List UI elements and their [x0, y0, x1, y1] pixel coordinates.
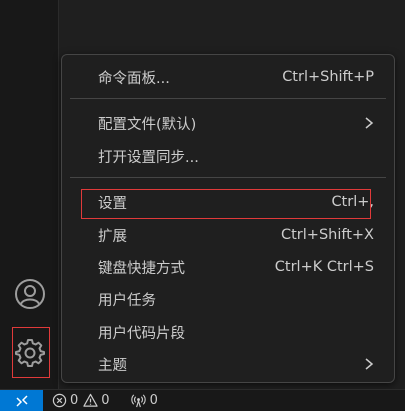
menu-item-command-palette[interactable]: 命令面板... Ctrl+Shift+P	[70, 62, 386, 92]
remote-icon	[15, 394, 28, 407]
menu-item-user-tasks[interactable]: 用户任务	[70, 284, 386, 314]
warning-icon	[83, 393, 98, 407]
menu-item-label: 配置文件(默认)	[98, 116, 197, 133]
status-bar: 0 0 0	[0, 389, 405, 411]
menu-item-label: 主题	[98, 357, 127, 374]
menu-item-extensions[interactable]: 扩展 Ctrl+Shift+X	[70, 220, 386, 250]
chevron-right-icon	[365, 358, 374, 370]
remote-indicator-button[interactable]	[0, 389, 43, 411]
warning-count: 0	[101, 393, 110, 408]
menu-separator	[70, 98, 386, 99]
ports-count: 0	[149, 393, 158, 408]
menu-item-shortcut: Ctrl+K Ctrl+S	[274, 259, 374, 275]
menu-item-settings-sync[interactable]: 打开设置同步...	[70, 141, 386, 171]
chevron-right-icon	[365, 117, 374, 129]
error-count: 0	[70, 393, 79, 408]
menu-item-user-snippets[interactable]: 用户代码片段	[70, 317, 386, 347]
menu-item-label: 键盘快捷方式	[98, 260, 185, 277]
menu-item-label: 用户代码片段	[98, 325, 185, 342]
broadcast-icon	[130, 394, 146, 408]
menu-item-shortcut: Ctrl+Shift+P	[282, 69, 374, 85]
menu-item-label: 用户任务	[98, 292, 156, 309]
accounts-button[interactable]	[0, 270, 59, 318]
menu-item-keyboard-shortcuts[interactable]: 键盘快捷方式 Ctrl+K Ctrl+S	[70, 252, 386, 282]
menu-separator	[70, 177, 386, 178]
menu-item-label: 扩展	[98, 228, 127, 245]
settings-item-highlight	[81, 189, 371, 219]
error-icon	[52, 393, 67, 408]
ports-status[interactable]: 0	[130, 393, 158, 408]
menu-item-label: 打开设置同步...	[98, 149, 199, 166]
menu-item-shortcut: Ctrl+Shift+X	[281, 227, 374, 243]
menu-item-themes[interactable]: 主题	[70, 349, 386, 379]
account-icon	[14, 279, 45, 309]
menu-item-profiles[interactable]: 配置文件(默认)	[70, 108, 386, 138]
vscode-window: 命令面板... Ctrl+Shift+P 配置文件(默认) 打开设置同步... …	[0, 0, 405, 411]
menu-item-label: 命令面板...	[98, 70, 170, 87]
problems-status[interactable]: 0 0	[52, 393, 110, 408]
manage-button-highlight	[12, 327, 50, 378]
